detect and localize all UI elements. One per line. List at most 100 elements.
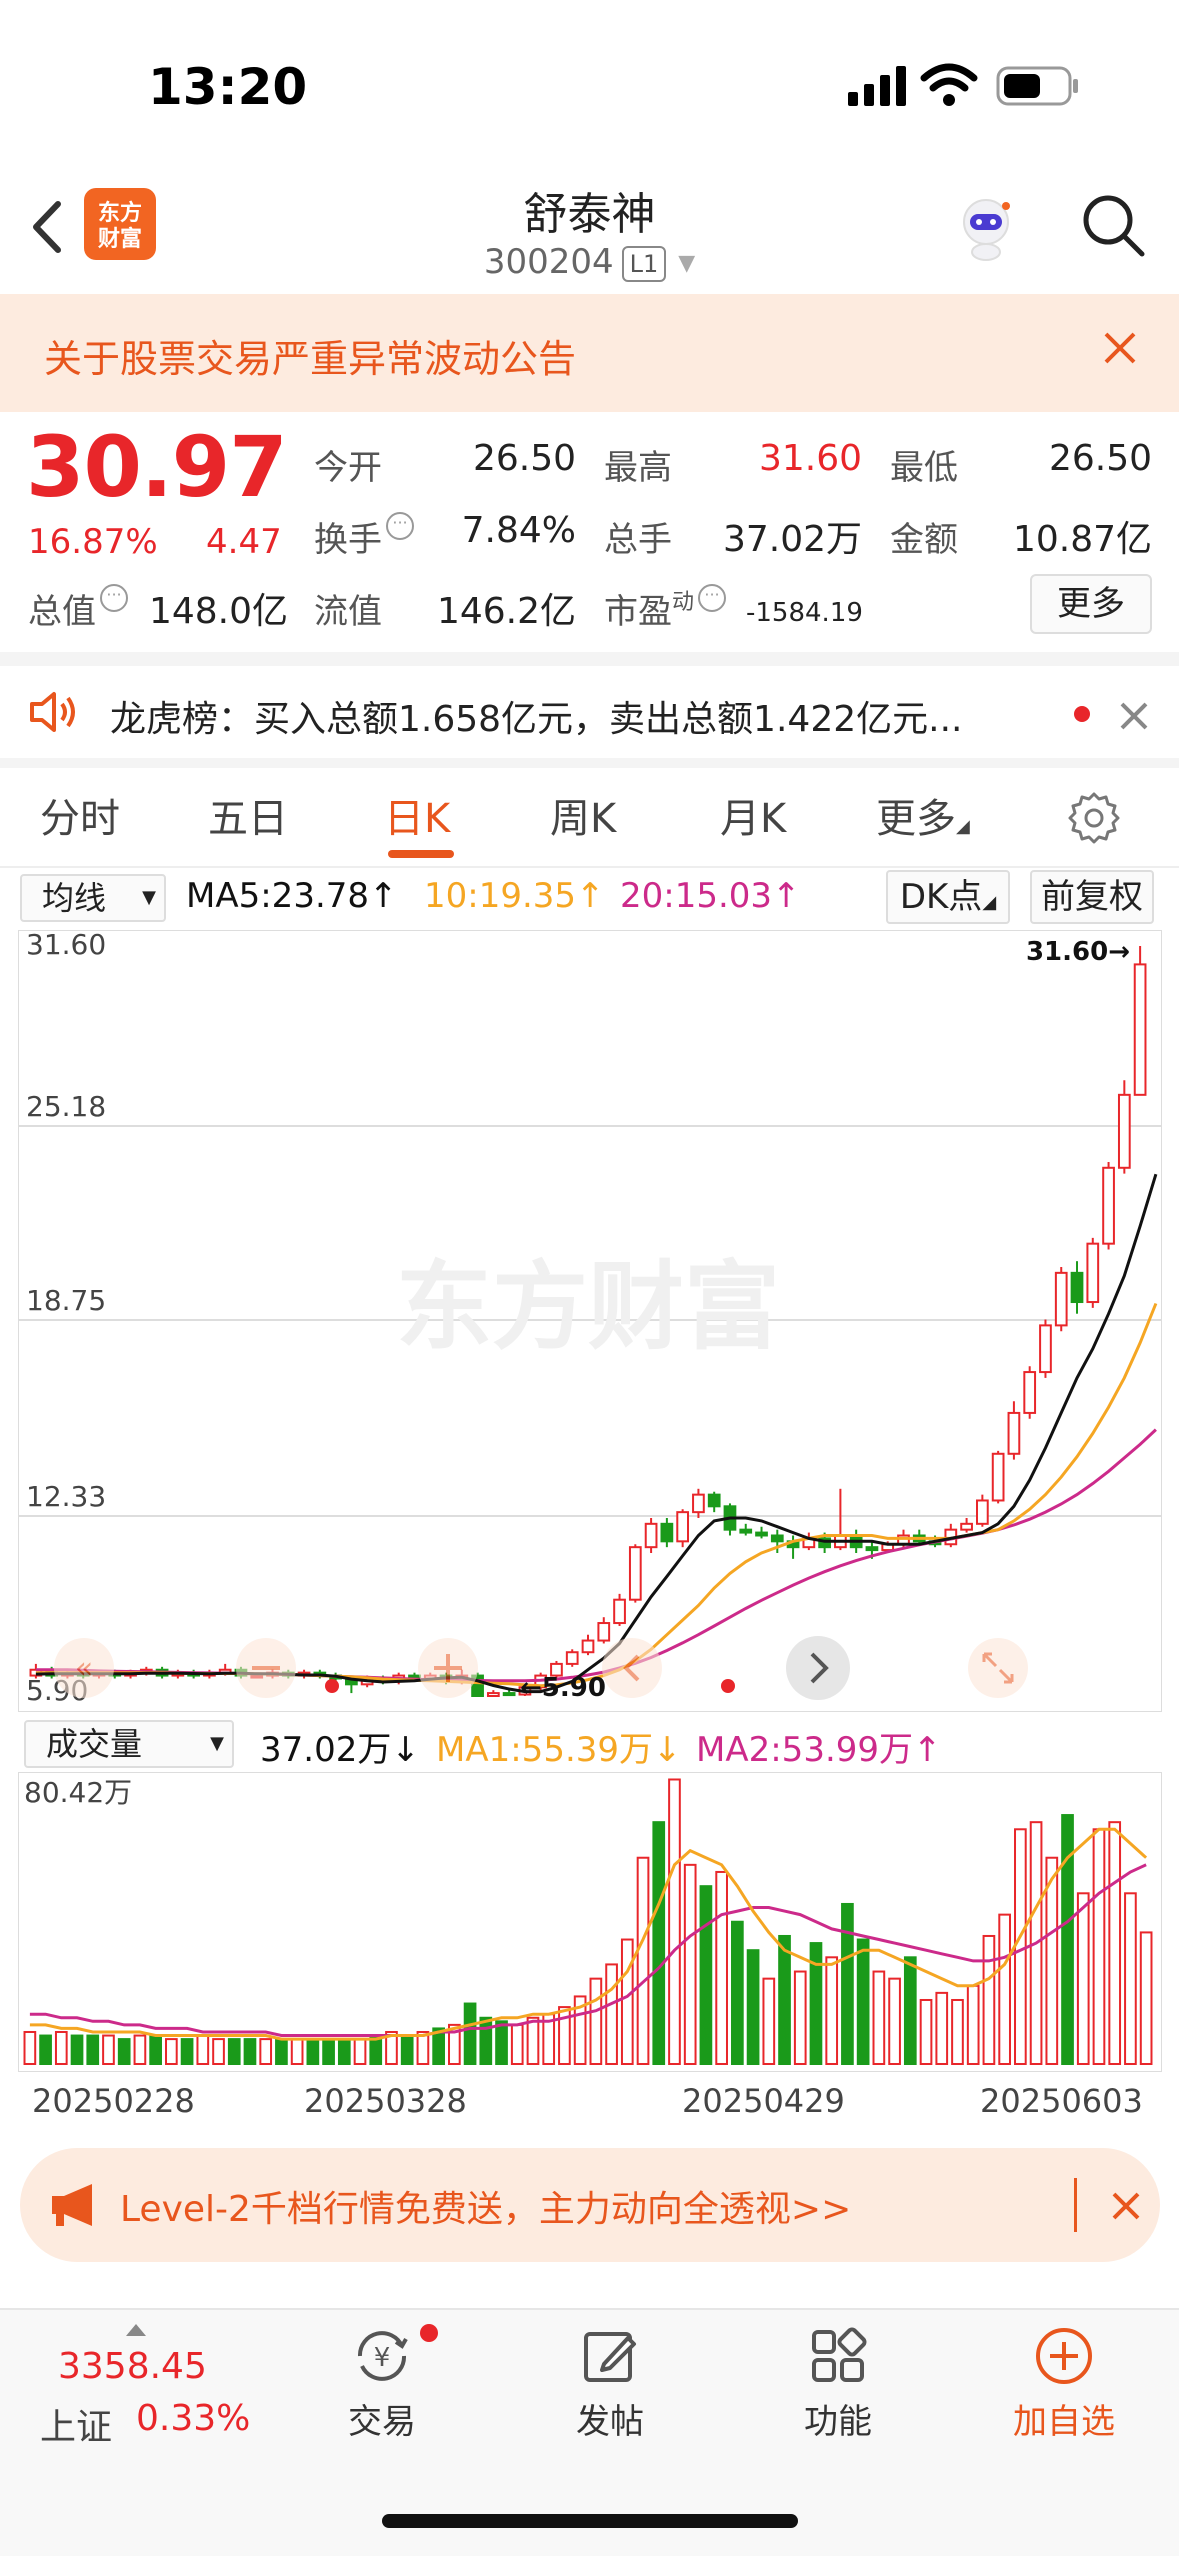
fast-rewind-icon: « <box>75 1651 93 1686</box>
volume-bar-down <box>731 1920 744 2065</box>
tab-intraday[interactable]: 分时 <box>40 786 120 844</box>
date-label: 20250429 <box>682 2082 845 2120</box>
amount-value: 10.87亿 <box>1012 519 1152 560</box>
volume-bar-down <box>180 2038 194 2065</box>
index-name[interactable]: 上证 <box>40 2398 112 2450</box>
tab-daily-k[interactable]: 日K <box>384 786 450 844</box>
volume-bar-up <box>966 1984 980 2065</box>
nav-header: 东方 财富 舒泰神 300204 L1 ▼ <box>0 170 1179 292</box>
nav-add-watchlist[interactable]: 加自选 <box>994 2324 1134 2443</box>
candle-down <box>865 1546 879 1552</box>
close-icon[interactable] <box>1096 324 1144 372</box>
volume-bar-down <box>699 1885 713 2065</box>
event-marker[interactable] <box>325 1679 339 1693</box>
change-percent: 16.87% <box>28 522 158 562</box>
candle-up <box>644 1522 658 1549</box>
turnover-label[interactable]: 换手 ··· <box>314 512 414 561</box>
info-icon[interactable]: ··· <box>100 584 128 612</box>
ai-robot-icon[interactable] <box>950 192 1022 264</box>
volume-bar-up <box>605 1963 618 2065</box>
ma5-value: MA5:23.78↑ <box>186 876 398 916</box>
nav-functions[interactable]: 功能 <box>768 2324 908 2443</box>
info-icon[interactable]: ··· <box>698 584 727 612</box>
caret-down-icon: ▼ <box>210 1733 224 1754</box>
yuan-exchange-icon: ¥ <box>357 2331 408 2381</box>
volume-bar-down <box>652 1821 666 2065</box>
candle-up <box>692 1493 705 1514</box>
announcement-banner[interactable]: 关于股票交易严重异常波动公告 <box>0 294 1179 412</box>
compose-icon <box>584 2332 636 2382</box>
dragon-tiger-text[interactable]: 龙虎榜：买入总额1.658亿元，卖出总额1.422亿元... <box>110 690 962 742</box>
turnover-label-text: 换手 <box>314 520 382 560</box>
low-value: 26.50 <box>1048 438 1152 479</box>
app-root: 13:20 东方 财富 舒泰神 300204 L1 ▼ 关于股票交易严重异常波动… <box>0 0 1179 2556</box>
svg-text:¥: ¥ <box>374 2343 391 2373</box>
cellular-signal-icon <box>848 66 906 106</box>
gear-icon[interactable] <box>1066 790 1122 846</box>
date-label: 20250603 <box>980 2082 1143 2120</box>
market-cap-label[interactable]: 总值 ··· <box>28 584 128 633</box>
volume-bar-up <box>196 2034 210 2066</box>
notification-dot <box>420 2324 438 2342</box>
volume-bar-up <box>1124 1892 1137 2066</box>
search-icon[interactable] <box>1080 192 1146 258</box>
market-cap-label-text: 总值 <box>28 592 96 632</box>
candle-up <box>565 1651 579 1665</box>
scroll-left-button[interactable] <box>602 1638 662 1698</box>
open-value: 26.50 <box>472 438 576 479</box>
stock-code: 300204 <box>483 242 614 282</box>
float-cap-label: 流值 <box>314 592 382 632</box>
nav-post[interactable]: 发帖 <box>540 2324 680 2443</box>
close-icon[interactable] <box>1116 698 1152 734</box>
volume-bar-up <box>668 1778 681 2066</box>
tab-weekly-k[interactable]: 周K <box>550 786 616 844</box>
volume-bar-down <box>117 2038 131 2065</box>
level2-promo-banner[interactable]: Level-2千档行情免费送，主力动向全透视>> <box>20 2148 1160 2262</box>
adjust-button[interactable]: 前复权 <box>1030 870 1154 924</box>
high-marker: 31.60→ <box>1026 937 1130 967</box>
volume-select[interactable]: 成交量 ▼ <box>24 1720 234 1768</box>
tab-more[interactable]: 更多◢ <box>876 786 970 844</box>
level2-promo-text[interactable]: Level-2千档行情免费送，主力动向全透视>> <box>120 2180 851 2232</box>
volume-bar-up <box>133 2034 147 2066</box>
dk-point-button[interactable]: DK点◢ <box>886 870 1010 924</box>
candle-up <box>960 1522 973 1531</box>
tab-five-day[interactable]: 五日 <box>208 786 288 844</box>
volume-bar-up <box>636 1856 650 2066</box>
candle-down <box>707 1493 721 1508</box>
volume-bar-down <box>306 2038 320 2065</box>
nav-trade[interactable]: ¥ 交易 <box>312 2324 452 2443</box>
home-indicator[interactable] <box>382 2514 798 2528</box>
volume-value: 37.02万↓ <box>260 1730 420 1770</box>
wifi-icon <box>920 63 978 106</box>
index-value[interactable]: 3358.45 <box>58 2346 207 2387</box>
pe-label-text: 市盈 <box>604 592 672 632</box>
ma-select-value: 均线 <box>42 879 107 917</box>
add-circle-icon <box>1036 2328 1092 2384</box>
event-marker[interactable] <box>721 1679 735 1693</box>
ma-select[interactable]: 均线 ▼ <box>20 874 166 922</box>
active-tab-indicator <box>388 850 454 858</box>
index-change-percent[interactable]: 0.33% <box>136 2398 250 2439</box>
announcement-text[interactable]: 关于股票交易严重异常波动公告 <box>44 328 576 383</box>
more-button[interactable]: 更多 <box>1030 574 1152 634</box>
triangle-up-icon[interactable] <box>124 2322 148 2338</box>
pe-label[interactable]: 市盈动 ··· <box>604 584 727 633</box>
volume-ma2: MA2:53.99万↑ <box>696 1730 942 1770</box>
volume-bar-down <box>337 2038 351 2065</box>
volume-bar-down <box>495 2020 508 2066</box>
close-icon[interactable] <box>1108 2188 1144 2224</box>
date-label: 20250228 <box>32 2082 195 2120</box>
info-icon[interactable]: ··· <box>386 512 414 540</box>
volume-chart[interactable]: 80.42万 <box>18 1772 1162 2072</box>
fullscreen-button[interactable] <box>968 1638 1028 1698</box>
candle-up <box>1054 1271 1068 1327</box>
candlestick-chart[interactable]: 东方财富 31.60 25.18 18.75 12.33 5.90 31.60→… <box>18 930 1162 1712</box>
volume-bar-down <box>463 2002 477 2065</box>
candle-up <box>628 1546 642 1601</box>
turnover-value: 7.84% <box>461 510 576 551</box>
dragon-tiger-bar[interactable]: 龙虎榜：买入总额1.658亿元，卖出总额1.422亿元... <box>0 664 1179 764</box>
tab-monthly-k[interactable]: 月K <box>720 786 786 844</box>
volume-bar-up <box>919 1998 933 2065</box>
scroll-right-button[interactable] <box>786 1636 850 1700</box>
